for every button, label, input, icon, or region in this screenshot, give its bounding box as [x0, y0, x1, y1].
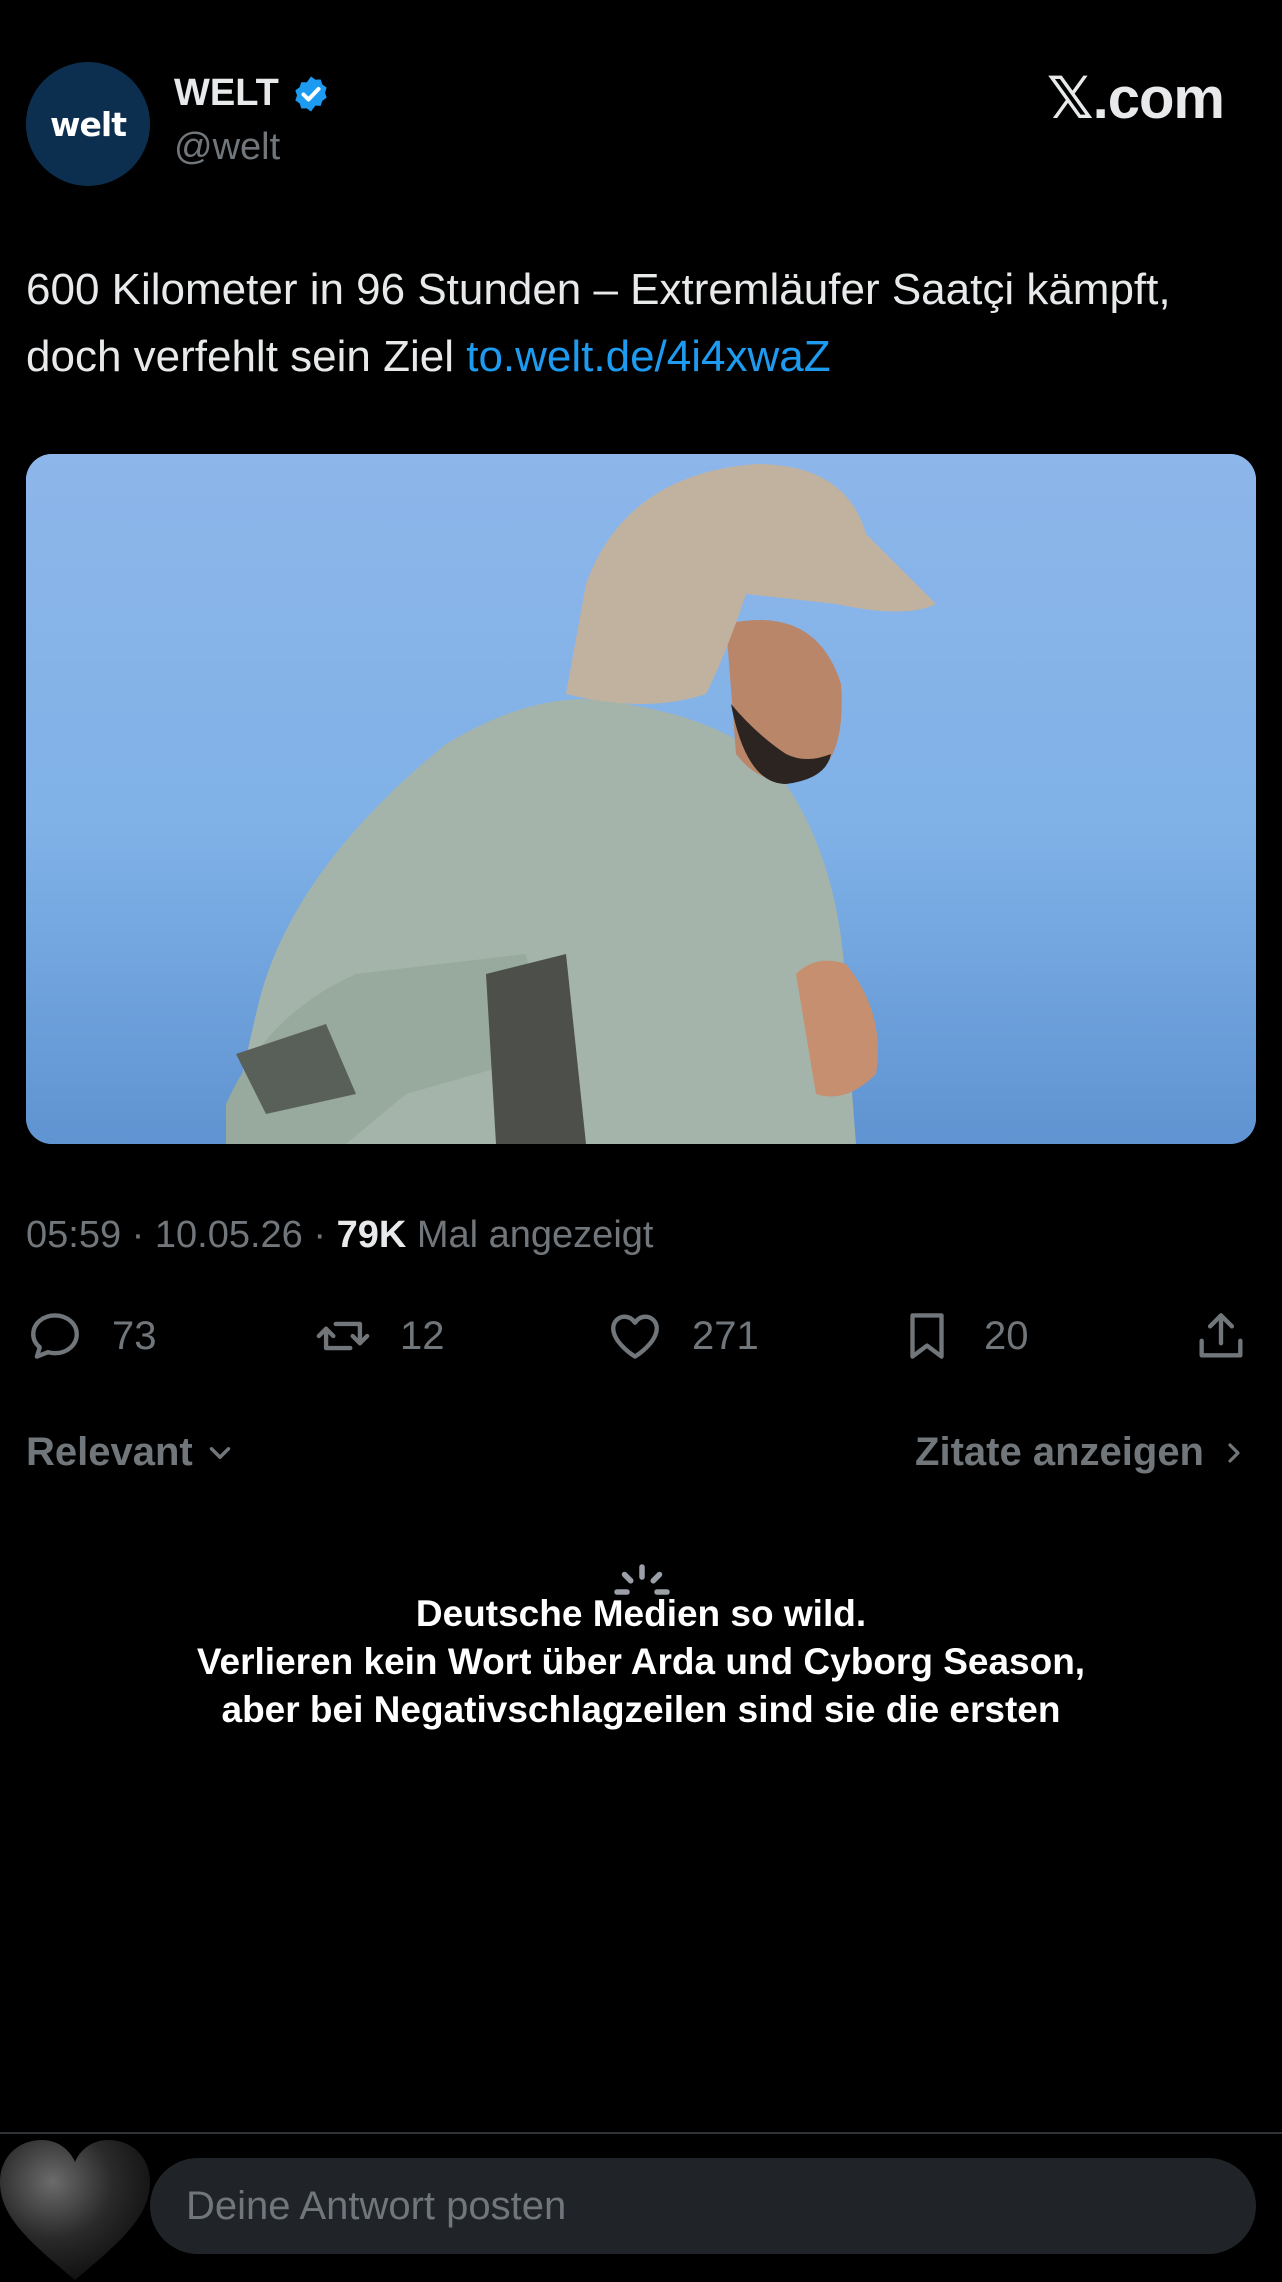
- tweet-text: 600 Kilometer in 96 Stunden – Extremläuf…: [26, 256, 1246, 390]
- reply-count: 73: [112, 1313, 157, 1358]
- like-count: 271: [692, 1313, 759, 1358]
- chevron-right-icon: [1228, 1442, 1240, 1463]
- repost-count: 12: [400, 1313, 445, 1358]
- display-name[interactable]: WELT: [174, 72, 331, 115]
- quotes-label: Zitate anzeigen: [915, 1430, 1204, 1474]
- reply-bar-divider: [0, 2132, 1282, 2134]
- bookmark-button[interactable]: 20: [898, 1306, 1029, 1366]
- repost-icon: [316, 1321, 370, 1351]
- bookmark-icon: [910, 1313, 944, 1359]
- view-count: 79K: [336, 1214, 407, 1256]
- reply-placeholder: Deine Antwort posten: [186, 2183, 567, 2228]
- runner-photo: [26, 454, 1256, 1144]
- reply-input[interactable]: Deine Antwort posten: [150, 2158, 1256, 2254]
- overlay-caption: Deutsche Medien so wild. Verlieren kein …: [0, 1590, 1282, 1734]
- share-icon: [1199, 1313, 1243, 1358]
- tweet-meta: 05:59 · 10.05.26 · 79K Mal angezeigt: [26, 1214, 654, 1256]
- sort-dropdown[interactable]: Relevant: [26, 1430, 237, 1475]
- repost-button[interactable]: 12: [314, 1306, 445, 1366]
- show-quotes-link[interactable]: Zitate anzeigen: [915, 1430, 1250, 1475]
- views-label: Mal angezeigt: [416, 1214, 654, 1256]
- tweet-date[interactable]: 10.05.26: [155, 1214, 303, 1256]
- tweet-link[interactable]: to.welt.de/4i4xwaZ: [466, 332, 830, 381]
- handle[interactable]: @welt: [174, 126, 280, 169]
- tweet-time[interactable]: 05:59: [26, 1214, 121, 1256]
- heart-icon: [611, 1314, 659, 1359]
- like-button[interactable]: 271: [606, 1306, 759, 1366]
- reply-icon: [31, 1313, 79, 1359]
- avatar[interactable]: welt: [26, 62, 150, 186]
- caption-line-3: aber bei Negativschlagzeilen sind sie di…: [221, 1689, 1061, 1730]
- avatar-logo-text: welt: [50, 104, 127, 144]
- caption-line-1: Deutsche Medien so wild.: [415, 1593, 867, 1634]
- x-com-logo: 𝕏.com: [1046, 66, 1225, 131]
- reply-button[interactable]: 73: [26, 1306, 157, 1366]
- tweet-media-image[interactable]: [26, 454, 1256, 1144]
- sort-label: Relevant: [26, 1430, 193, 1474]
- caption-line-2: Verlieren kein Wort über Arda und Cyborg…: [196, 1641, 1086, 1682]
- share-button[interactable]: [1192, 1306, 1250, 1366]
- chevron-down-icon: [209, 1446, 230, 1459]
- display-name-text: WELT: [174, 72, 279, 114]
- black-heart-emoji-icon: [0, 2140, 150, 2280]
- bookmark-count: 20: [984, 1313, 1029, 1358]
- verified-badge-icon: [295, 76, 327, 111]
